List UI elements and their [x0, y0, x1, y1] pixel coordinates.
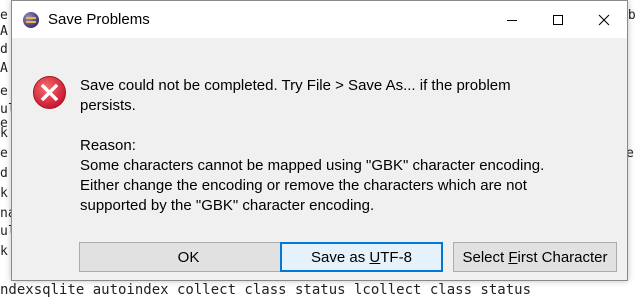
save-as-utf8-label: Save as UTF-8 [311, 249, 412, 266]
editor-fragment: d [0, 166, 8, 181]
reason-line: supported by the "GBK" character encodin… [80, 197, 375, 214]
button-bar: OK Save as UTF-8 Select First Character [12, 242, 627, 272]
editor-fragment: d [0, 42, 8, 57]
minimize-icon [507, 19, 517, 21]
editor-fragment: A [0, 61, 8, 76]
label-part: TF-8 [380, 248, 412, 266]
select-first-character-button[interactable]: Select First Character [453, 242, 617, 272]
label-part: Select [462, 248, 509, 266]
reason-label: Reason: [80, 137, 136, 154]
editor-fragment: e [0, 146, 8, 161]
minimize-button[interactable] [489, 1, 535, 38]
editor-fragment: k [0, 126, 8, 141]
select-first-character-label: Select First Character [462, 249, 607, 266]
message-line: Save could not be completed. Try File > … [80, 77, 511, 94]
message-line: persists. [80, 97, 136, 114]
dialog-content: Save could not be completed. Try File > … [12, 38, 627, 280]
close-icon [598, 14, 610, 25]
editor-fragment: k [0, 244, 8, 259]
label-part: irst Character [517, 248, 608, 266]
maximize-button[interactable] [535, 1, 581, 38]
mnemonic: F [508, 248, 518, 266]
close-button[interactable] [581, 1, 627, 38]
editor-fragment: e [0, 8, 8, 23]
reason-line: Some characters cannot be mapped using "… [80, 157, 545, 174]
editor-fragment: A [0, 24, 8, 39]
ok-button[interactable]: OK [79, 242, 298, 272]
ok-button-label: OK [177, 248, 200, 266]
save-as-utf8-button[interactable]: Save as UTF-8 [280, 242, 443, 272]
dialog-title: Save Problems [48, 11, 150, 28]
maximize-icon [553, 14, 563, 25]
save-problems-dialog: Save Problems Save could not be complete… [11, 0, 628, 281]
error-icon [32, 75, 67, 110]
mnemonic: U [369, 248, 381, 266]
editor-fragment: e [0, 84, 8, 99]
editor-fragment: k [0, 186, 8, 201]
error-message: Save could not be completed. Try File > … [80, 76, 600, 216]
title-bar[interactable]: Save Problems [12, 1, 627, 38]
eclipse-icon [23, 11, 39, 28]
editor-code-line: ndexsqlite autoindex collect class statu… [0, 282, 532, 298]
reason-line: Either change the encoding or remove the… [80, 177, 527, 194]
label-part: Save as [311, 248, 370, 266]
